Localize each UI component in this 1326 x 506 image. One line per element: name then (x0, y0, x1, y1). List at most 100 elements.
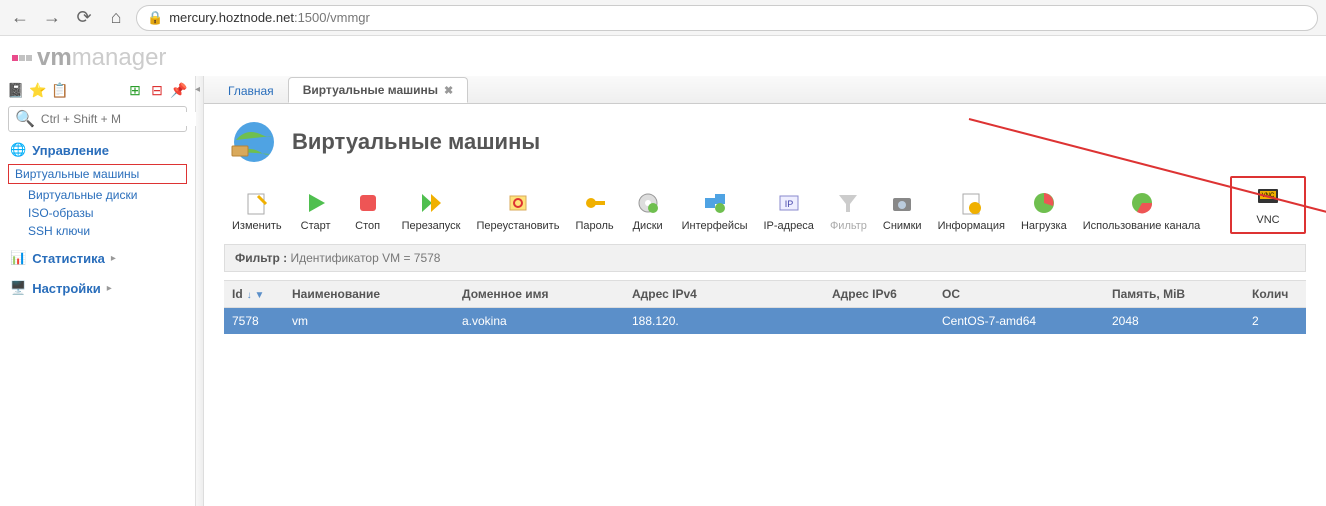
cell-name: vm (284, 308, 454, 335)
col-id[interactable]: Id↓ ▼ (224, 281, 284, 308)
camera-icon (889, 190, 915, 216)
home-icon[interactable]: ⌂ (104, 6, 128, 30)
ip-icon: IP (776, 190, 802, 216)
url-bar[interactable]: 🔒 mercury.hoztnode.net:1500/vmmgr (136, 5, 1318, 31)
restart-icon (418, 190, 444, 216)
vnc-button[interactable]: VNCVNC (1242, 184, 1294, 226)
star-icon[interactable]: ⭐ (30, 82, 46, 98)
stop-button[interactable]: Стоп (342, 188, 394, 234)
password-label: Пароль (575, 220, 613, 232)
edit-label: Изменить (232, 220, 282, 232)
edit-button[interactable]: Изменить (224, 188, 290, 234)
add-icon[interactable]: ⊞ (127, 82, 143, 98)
password-button[interactable]: Пароль (567, 188, 621, 234)
vm-table: Id↓ ▼ Наименование Доменное имя Адрес IP… (224, 280, 1306, 334)
globe-large-icon (230, 118, 278, 166)
nav-stats: 📊Статистика▸ (8, 246, 187, 270)
nav-stats-label: Статистика (32, 251, 105, 266)
disk-icon (635, 190, 661, 216)
info-icon (958, 190, 984, 216)
snapshots-button[interactable]: Снимки (875, 188, 930, 234)
nav-settings-title[interactable]: 🖥️Настройки▸ (8, 276, 187, 300)
sidebar-item-disks[interactable]: Виртуальные диски (8, 186, 187, 204)
table-row[interactable]: 7578 vm a.vokina 188.120. CentOS-7-amd64… (224, 308, 1306, 335)
tabs: Главная Виртуальные машины✖ (204, 76, 1326, 104)
action-bar: Изменить Старт Стоп Перезапуск Переустан… (204, 172, 1326, 244)
pie-icon (1031, 190, 1057, 216)
chart-icon: 📊 (10, 250, 26, 266)
page-header: Виртуальные машины (204, 104, 1326, 172)
remove-icon[interactable]: ⊟ (149, 82, 165, 98)
search-input[interactable] (41, 112, 196, 126)
cell-ipv6 (824, 308, 934, 335)
ip-label: IP-адреса (763, 220, 813, 232)
clipboard-icon[interactable]: 📋 (52, 82, 68, 98)
tab-home[interactable]: Главная (214, 79, 288, 103)
col-mem[interactable]: Память, MiB (1104, 281, 1244, 308)
col-name[interactable]: Наименование (284, 281, 454, 308)
filter-button[interactable]: Фильтр (822, 188, 875, 234)
monitor-small-icon: VNC (1255, 184, 1281, 210)
reinstall-label: Переустановить (476, 220, 559, 232)
load-label: Нагрузка (1021, 220, 1067, 232)
col-ipv6[interactable]: Адрес IPv6 (824, 281, 934, 308)
nav-stats-title[interactable]: 📊Статистика▸ (8, 246, 187, 270)
monitor-icon: 🖥️ (10, 280, 26, 296)
pin-icon[interactable]: 📌 (171, 82, 187, 98)
col-os[interactable]: ОС (934, 281, 1104, 308)
disks-button[interactable]: Диски (622, 188, 674, 234)
reload-icon[interactable]: ⟳ (72, 6, 96, 30)
reinstall-icon (505, 190, 531, 216)
channel-button[interactable]: Использование канала (1075, 188, 1209, 234)
content: Главная Виртуальные машины✖ Виртуальные … (204, 76, 1326, 506)
filter-label: Фильтр (830, 220, 867, 232)
sidebar-item-iso[interactable]: ISO-образы (8, 204, 187, 222)
play-icon (303, 190, 329, 216)
close-icon[interactable]: ✖ (444, 84, 453, 97)
load-button[interactable]: Нагрузка (1013, 188, 1075, 234)
nav-settings: 🖥️Настройки▸ (8, 276, 187, 300)
vnc-highlight: VNCVNC (1230, 176, 1306, 234)
pie2-icon (1129, 190, 1155, 216)
nav-manage: 🌐 Управление Виртуальные машины Виртуальн… (8, 138, 187, 240)
cell-id: 7578 (224, 308, 284, 335)
tab-home-label: Главная (228, 84, 274, 98)
ip-button[interactable]: IP IP-адреса (755, 188, 821, 234)
funnel-icon (835, 190, 861, 216)
page-title: Виртуальные машины (292, 129, 540, 155)
tab-vms[interactable]: Виртуальные машины✖ (288, 77, 469, 103)
reinstall-button[interactable]: Переустановить (468, 188, 567, 234)
sidebar-item-vms[interactable]: Виртуальные машины (8, 164, 187, 184)
info-button[interactable]: Информация (930, 188, 1013, 234)
sidebar: 📓 ⭐ 📋 ⊞ ⊟ 📌 🔍 🌐 Управление Виртуальные ма… (0, 76, 196, 506)
book-icon[interactable]: 📓 (8, 82, 24, 98)
svg-text:VNC: VNC (1262, 193, 1275, 199)
restart-button[interactable]: Перезапуск (394, 188, 469, 234)
sidebar-divider[interactable] (196, 76, 204, 506)
sidebar-item-ssh[interactable]: SSH ключи (8, 222, 187, 240)
disks-label: Диски (633, 220, 663, 232)
cell-ipv4: 188.120. (624, 308, 824, 335)
nav-manage-title[interactable]: 🌐 Управление (8, 138, 187, 162)
nav-settings-label: Настройки (32, 281, 101, 296)
sidebar-toolbar: 📓 ⭐ 📋 ⊞ ⊟ 📌 (8, 80, 187, 100)
search-icon: 🔍 (15, 109, 35, 129)
logo-row: vmmanager (0, 36, 1326, 76)
col-ipv4[interactable]: Адрес IPv4 (624, 281, 824, 308)
start-button[interactable]: Старт (290, 188, 342, 234)
interfaces-label: Интерфейсы (682, 220, 748, 232)
back-icon[interactable]: ← (8, 6, 32, 30)
interfaces-button[interactable]: Интерфейсы (674, 188, 756, 234)
sidebar-search[interactable]: 🔍 (8, 106, 187, 132)
forward-icon[interactable]: → (40, 6, 64, 30)
cell-count: 2 (1244, 308, 1306, 335)
table-header-row: Id↓ ▼ Наименование Доменное имя Адрес IP… (224, 281, 1306, 308)
nav-manage-label: Управление (32, 143, 109, 158)
cell-mem: 2048 (1104, 308, 1244, 335)
stop-icon (355, 190, 381, 216)
col-domain[interactable]: Доменное имя (454, 281, 624, 308)
edit-icon (244, 190, 270, 216)
col-count[interactable]: Колич (1244, 281, 1306, 308)
url-host: mercury.hoztnode.net:1500/vmmgr (169, 10, 370, 25)
globe-icon: 🌐 (10, 142, 26, 158)
